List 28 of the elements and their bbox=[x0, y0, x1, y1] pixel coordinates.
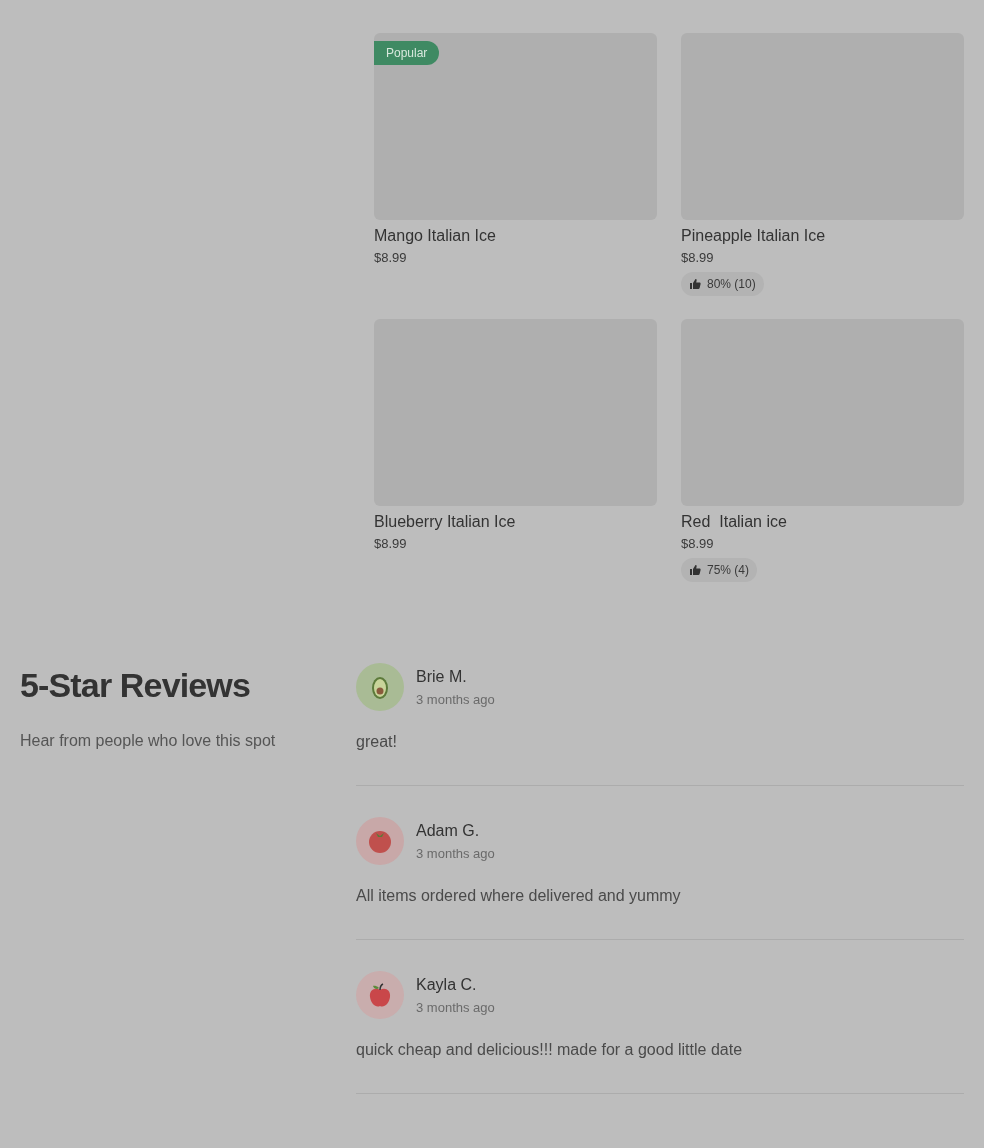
section-title: 5-Star Reviews bbox=[20, 665, 251, 705]
rating-badge: 75% (4) bbox=[681, 558, 758, 582]
section-subtitle: Hear from people who love this spot bbox=[20, 731, 277, 751]
item-name: Mango Italian Ice bbox=[374, 226, 497, 246]
thumbs-up-icon bbox=[689, 278, 701, 290]
item-name: Pineapple Italian Ice bbox=[681, 226, 827, 246]
reviewer-name: Brie M. bbox=[416, 666, 468, 687]
review-time: 3 months ago bbox=[416, 690, 495, 709]
avatar-icon bbox=[356, 663, 404, 711]
review-text: quick cheap and delicious!!! made for a good little date bbox=[356, 1040, 744, 1060]
avatar-icon bbox=[356, 817, 404, 865]
item-name: Blueberry Italian Ice bbox=[374, 512, 517, 532]
review-text: All items ordered where delivered and yummy bbox=[356, 886, 682, 906]
avatar-icon bbox=[356, 971, 404, 1019]
reviewer-name: Kayla C. bbox=[416, 974, 478, 995]
image-placeholder[interactable]: Popular bbox=[374, 33, 657, 220]
item-price: $8.99 bbox=[681, 249, 715, 267]
item-name: Red Italian ice bbox=[681, 512, 788, 532]
review-time: 3 months ago bbox=[416, 844, 495, 863]
thumbs-up-icon bbox=[689, 564, 701, 576]
item-price: $8.99 bbox=[374, 535, 408, 553]
review-time: 3 months ago bbox=[416, 998, 495, 1017]
item-price: $8.99 bbox=[681, 535, 715, 553]
rating-badge: 80% (10) bbox=[681, 272, 764, 296]
review-text: great! bbox=[356, 732, 398, 752]
reviewer-name: Adam G. bbox=[416, 820, 481, 841]
popular-badge: Popular bbox=[374, 41, 440, 65]
item-price: $8.99 bbox=[374, 249, 408, 267]
